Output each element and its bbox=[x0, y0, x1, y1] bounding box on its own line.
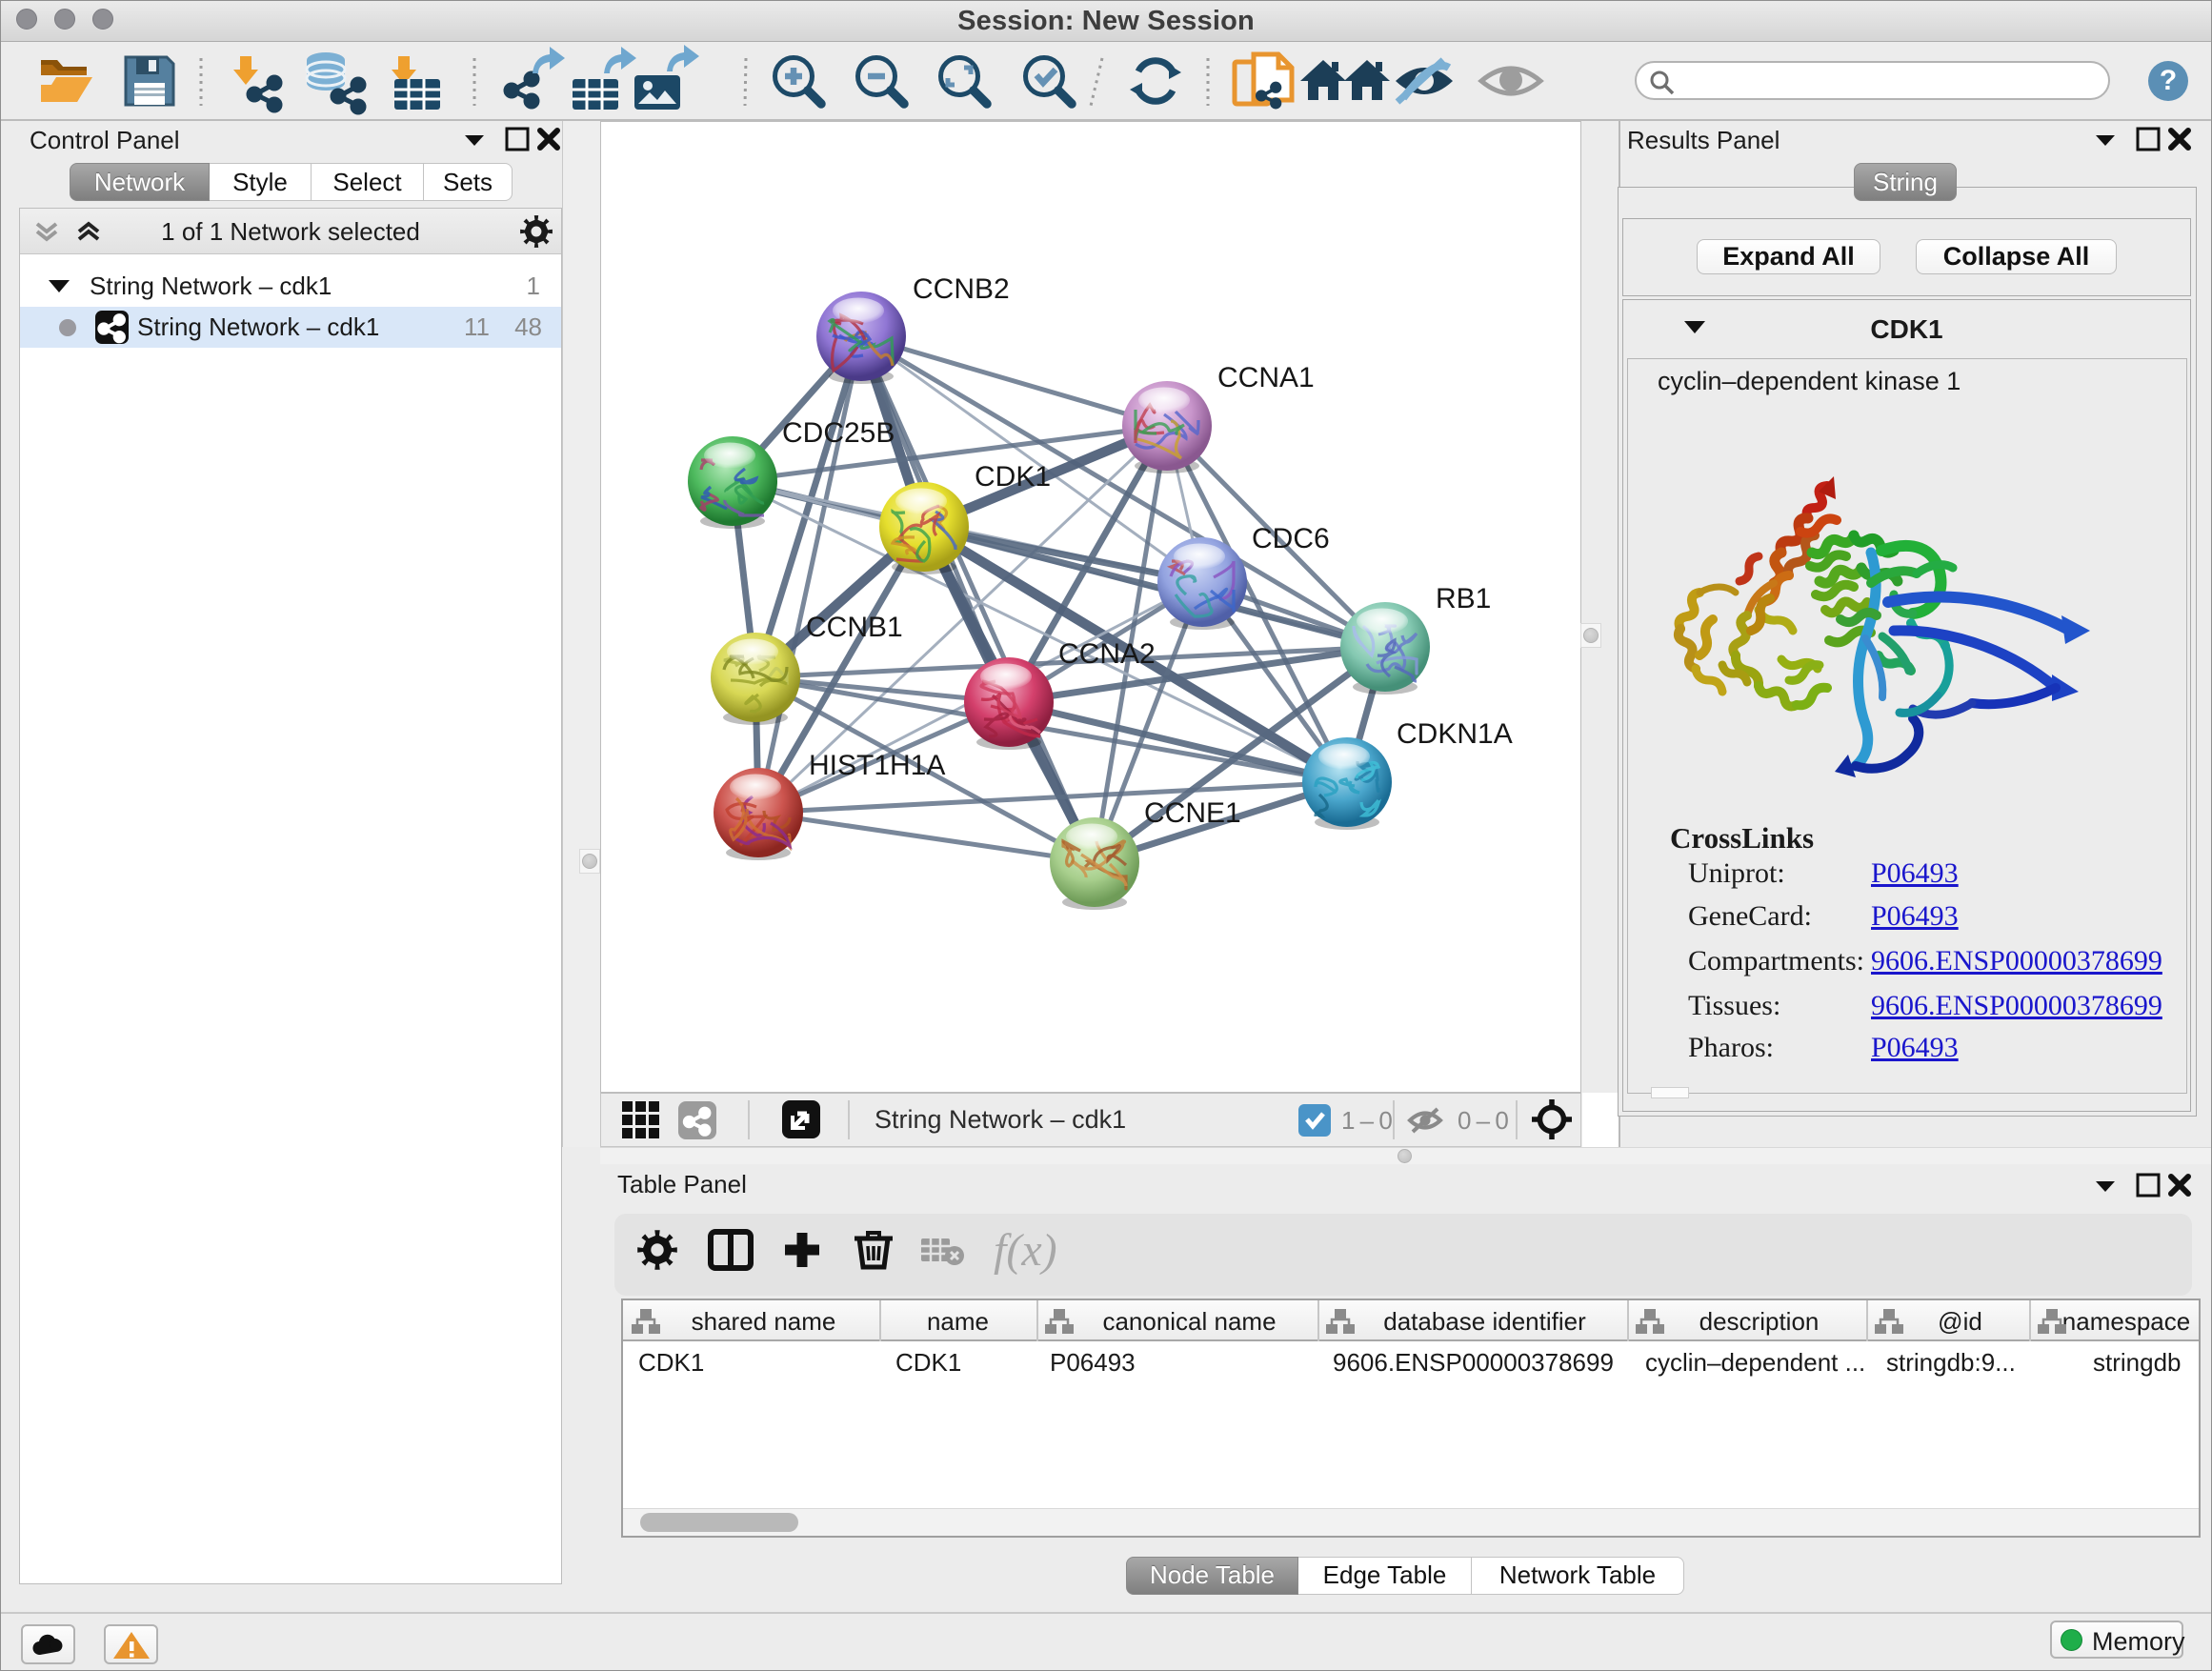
svg-text:CDC6: CDC6 bbox=[1252, 523, 1330, 554]
svg-text:RB1: RB1 bbox=[1436, 583, 1491, 614]
svg-text:CCNA2: CCNA2 bbox=[1058, 638, 1156, 670]
svg-text:CDK1: CDK1 bbox=[975, 461, 1051, 493]
svg-text:CDC25B: CDC25B bbox=[782, 417, 895, 449]
svg-text:CCNE1: CCNE1 bbox=[1144, 797, 1241, 829]
svg-text:CDKN1A: CDKN1A bbox=[1397, 718, 1513, 750]
svg-text:CCNA1: CCNA1 bbox=[1217, 362, 1315, 393]
svg-text:HIST1H1A: HIST1H1A bbox=[809, 750, 945, 781]
svg-text:CCNB2: CCNB2 bbox=[913, 273, 1010, 305]
svg-text:CCNB1: CCNB1 bbox=[806, 612, 903, 643]
svg-text:f(x): f(x) bbox=[994, 1225, 1057, 1276]
